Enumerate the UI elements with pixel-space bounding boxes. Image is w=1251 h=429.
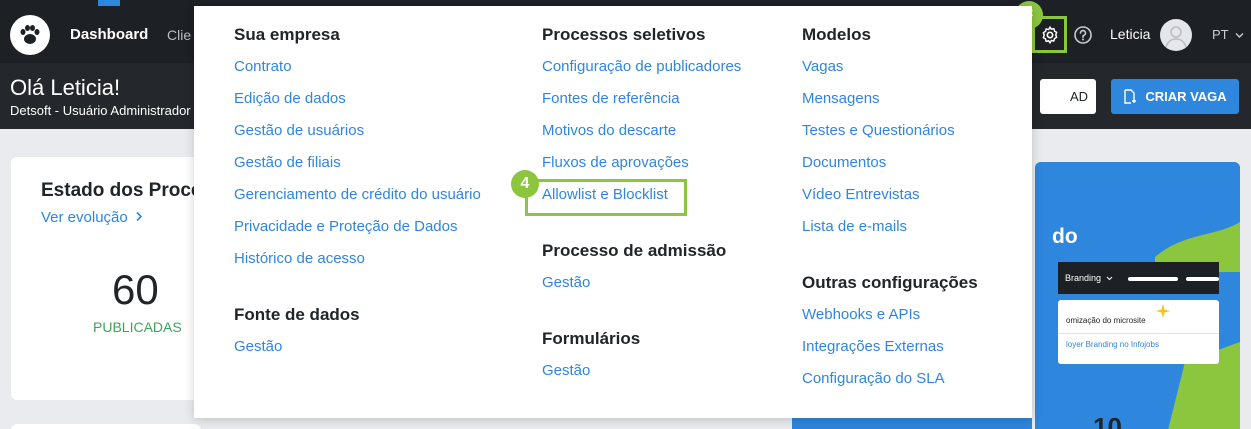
menu-gap	[542, 299, 741, 323]
menu-link-mensagens[interactable]: Mensagens	[802, 83, 978, 115]
settings-button[interactable]	[1032, 16, 1067, 53]
outline-action-button[interactable]: AD	[1040, 79, 1096, 114]
menu-link-config-sla[interactable]: Configuração do SLA	[802, 363, 978, 395]
sparkle-icon	[1156, 304, 1170, 318]
menu-link-lista-emails[interactable]: Lista de e-mails	[802, 211, 978, 243]
menu-link-edicao-de-dados[interactable]: Edição de dados	[234, 83, 481, 115]
nav-clientes[interactable]: Clie	[167, 27, 191, 43]
allowlist-highlight-box	[525, 179, 687, 216]
menu-link-gestao-de-usuarios[interactable]: Gestão de usuários	[234, 115, 481, 147]
promo-line-2: loyer Branding no Infojobs	[1066, 340, 1159, 349]
chevron-down-icon	[1235, 33, 1244, 39]
company-role: Detsoft - Usuário Administrador	[10, 103, 191, 118]
new-document-icon	[1124, 89, 1137, 104]
language-label: PT	[1212, 27, 1229, 42]
menu-link-gestao-de-filiais[interactable]: Gestão de filiais	[234, 147, 481, 179]
menu-link-formularios-gestao[interactable]: Gestão	[542, 355, 741, 387]
menu-link-config-publicadores[interactable]: Configuração de publicadores	[542, 51, 741, 83]
menu-link-motivos-descarte[interactable]: Motivos do descarte	[542, 115, 741, 147]
menu-link-webhooks-apis[interactable]: Webhooks e APIs	[802, 299, 978, 331]
menu-link-testes-questionarios[interactable]: Testes e Questionários	[802, 115, 978, 147]
create-job-label: CRIAR VAGA	[1145, 89, 1227, 104]
menu-link-integracoes-externas[interactable]: Integrações Externas	[802, 331, 978, 363]
view-evolution-link[interactable]: Ver evolução	[41, 209, 143, 226]
gear-icon	[1042, 25, 1057, 44]
create-job-button[interactable]: CRIAR VAGA	[1111, 79, 1239, 114]
promo-divider	[1058, 333, 1219, 334]
bottom-card	[11, 424, 201, 429]
menu-link-fonte-gestao[interactable]: Gestão	[234, 331, 481, 363]
chevron-down-icon	[1106, 276, 1112, 281]
promo-number: 10	[1093, 412, 1122, 429]
status-card-title: Estado dos Proces	[41, 180, 213, 201]
user-avatar-icon[interactable]	[1160, 19, 1192, 51]
menu-link-video-entrevistas[interactable]: Vídeo Entrevistas	[802, 179, 978, 211]
language-selector[interactable]: PT	[1212, 27, 1244, 42]
paw-icon[interactable]	[10, 15, 50, 55]
view-evolution-label: Ver evolução	[41, 209, 128, 226]
help-circle-icon[interactable]	[1073, 25, 1093, 49]
menu-gap	[234, 275, 481, 299]
promo-branding-text: Branding	[1065, 273, 1102, 283]
promo-bar-line	[1186, 277, 1219, 281]
promo-branding-label: Branding	[1065, 273, 1113, 283]
published-label: PUBLICADAS	[93, 319, 182, 335]
menu-link-historico-acesso[interactable]: Histórico de acesso	[234, 243, 481, 275]
active-tab-indicator	[98, 0, 120, 6]
promo-title: do	[1052, 225, 1078, 248]
published-count: 60	[112, 266, 159, 313]
nav-dashboard[interactable]: Dashboard	[70, 26, 148, 43]
greeting-title: Olá Leticia!	[10, 75, 121, 100]
menu-heading-sua-empresa: Sua empresa	[234, 25, 340, 44]
menu-link-contrato[interactable]: Contrato	[234, 51, 481, 83]
step-badge-4: 4	[511, 170, 539, 198]
menu-link-vagas[interactable]: Vagas	[802, 51, 978, 83]
menu-link-privacidade[interactable]: Privacidade e Proteção de Dados	[234, 211, 481, 243]
menu-heading-formularios: Formulários	[542, 329, 641, 348]
menu-heading-processos-seletivos: Processos seletivos	[542, 25, 706, 44]
promo-bar-line	[1128, 277, 1178, 281]
menu-link-credito-usuario[interactable]: Gerenciamento de crédito do usuário	[234, 179, 481, 211]
promo-line-1: omização do microsite	[1066, 316, 1146, 325]
menu-gap	[802, 243, 978, 267]
promo-screenshot: Branding omização do microsite loyer Bra…	[1058, 262, 1219, 367]
menu-heading-fonte-de-dados: Fonte de dados	[234, 305, 360, 324]
menu-heading-modelos: Modelos	[802, 25, 871, 44]
menu-column-empresa: Sua empresa Contrato Edição de dados Ges…	[234, 19, 481, 363]
menu-link-documentos[interactable]: Documentos	[802, 147, 978, 179]
menu-link-fontes-referencia[interactable]: Fontes de referência	[542, 83, 741, 115]
menu-heading-processo-admissao: Processo de admissão	[542, 241, 727, 260]
promo-screenshot-card: omização do microsite loyer Branding no …	[1058, 300, 1219, 364]
chevron-right-icon	[136, 211, 143, 222]
menu-link-admissao-gestao[interactable]: Gestão	[542, 267, 741, 299]
menu-link-fluxos-aprovacoes[interactable]: Fluxos de aprovações	[542, 147, 741, 179]
user-name[interactable]: Leticia	[1110, 26, 1150, 42]
menu-column-modelos: Modelos Vagas Mensagens Testes e Questio…	[802, 19, 978, 395]
menu-heading-outras-configuracoes: Outras configurações	[802, 273, 978, 292]
promo-screenshot-bar: Branding	[1058, 262, 1219, 294]
